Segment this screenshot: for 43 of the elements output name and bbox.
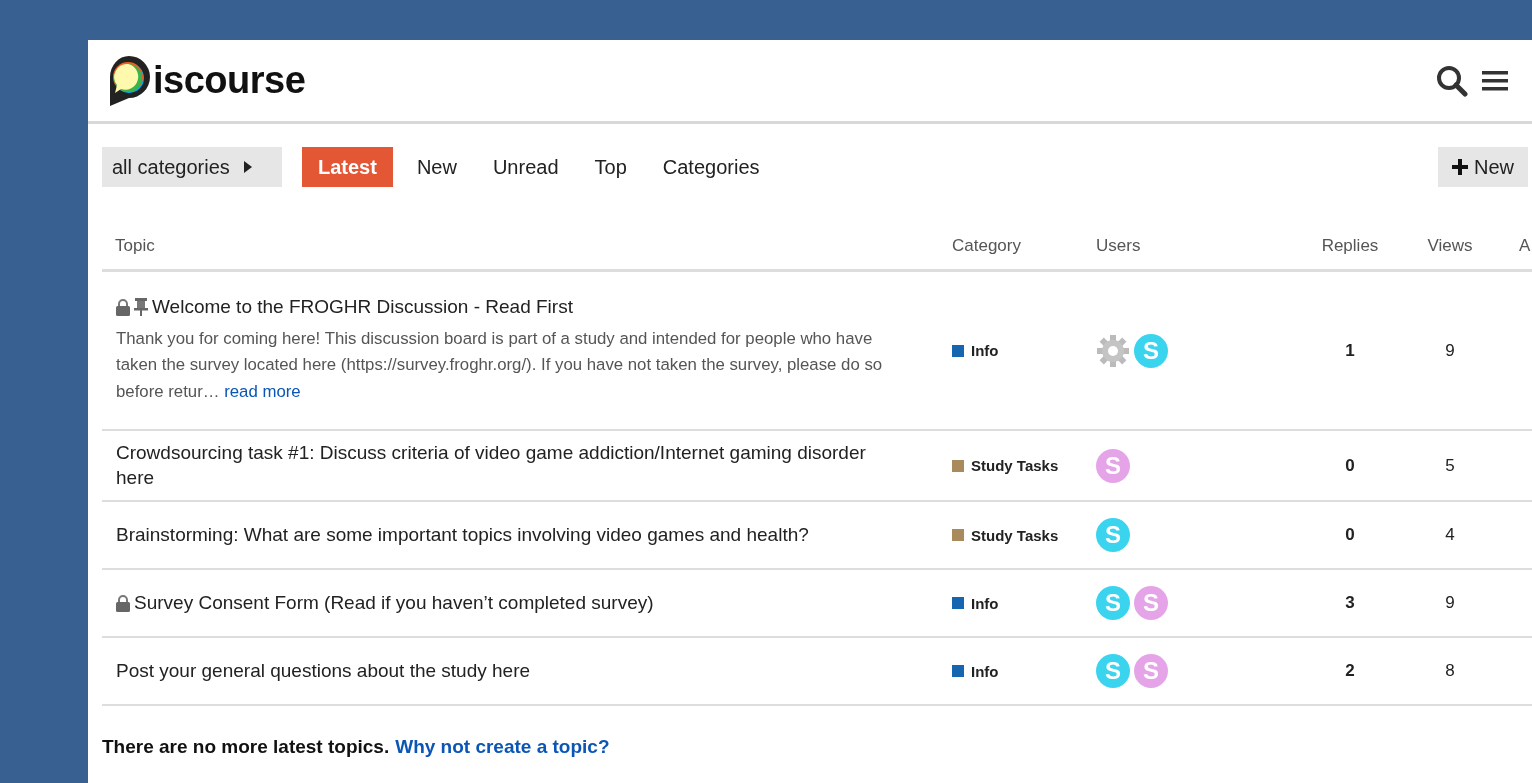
category-name[interactable]: Study Tasks bbox=[971, 526, 1059, 544]
column-header[interactable]: Replies bbox=[1290, 235, 1410, 256]
new-topic-button[interactable]: New bbox=[1438, 147, 1528, 187]
views-count: 8 bbox=[1444, 661, 1456, 682]
topic-title[interactable]: Welcome to the FROGHR Discussion - Read First bbox=[152, 294, 573, 320]
column-header[interactable]: Users bbox=[1085, 235, 1290, 256]
read-more-link[interactable]: read more bbox=[224, 382, 301, 402]
create-topic-link[interactable]: Why not create a topic? bbox=[395, 736, 610, 758]
nav-tab[interactable]: Latest bbox=[302, 147, 393, 187]
gear-icon bbox=[1096, 333, 1130, 368]
column-header[interactable]: Category bbox=[940, 235, 1085, 256]
views-count: 9 bbox=[1444, 593, 1456, 614]
views-count: 9 bbox=[1444, 340, 1456, 361]
caret-icon bbox=[243, 161, 252, 173]
replies-count: 2 bbox=[1344, 661, 1356, 682]
category-dropdown[interactable]: all categories bbox=[102, 147, 282, 187]
nav-tab[interactable]: Unread bbox=[476, 147, 575, 187]
nav-tab[interactable]: Categories bbox=[646, 147, 776, 187]
topic-title[interactable]: Brainstorming: What are some important topics involving video games and health? bbox=[116, 523, 809, 548]
replies-count: 0 bbox=[1344, 455, 1356, 476]
replies-count: 3 bbox=[1344, 593, 1356, 614]
topic-title[interactable]: Post your general questions about the study here bbox=[116, 659, 531, 684]
plus-icon bbox=[1452, 159, 1468, 175]
discourse-logo[interactable]: iscourse bbox=[106, 53, 306, 108]
replies-count: 0 bbox=[1344, 525, 1356, 546]
category-name[interactable]: Info bbox=[971, 594, 999, 612]
category-name[interactable]: Study Tasks bbox=[971, 457, 1059, 475]
no-more-topics-message: There are no more latest topics. Why not create a topic? bbox=[102, 736, 611, 759]
logo-text: iscourse bbox=[153, 59, 306, 102]
category-name[interactable]: Info bbox=[971, 662, 999, 680]
nav-tab[interactable]: Top bbox=[578, 147, 643, 187]
column-header[interactable]: Views bbox=[1410, 235, 1490, 256]
views-count: 4 bbox=[1444, 525, 1456, 546]
column-header[interactable]: A bbox=[1490, 235, 1532, 256]
column-header[interactable]: Topic bbox=[102, 235, 940, 256]
topic-excerpt: Thank you for coming here! This discussion board is part of a study and intended for people who have taken the survey located here (https://survey.froghr.org/). If you have not taken the survey, please do so before retur… read more bbox=[116, 327, 884, 404]
views-count: 5 bbox=[1444, 455, 1456, 476]
category-name[interactable]: Info bbox=[971, 342, 999, 359]
search-icon[interactable] bbox=[1436, 64, 1468, 97]
replies-count: 1 bbox=[1344, 340, 1356, 361]
topic-title[interactable]: Crowdsourcing task #1: Discuss criteria of video game addiction/Internet gaming disorder here bbox=[116, 441, 900, 491]
topic-title[interactable]: Survey Consent Form (Read if you haven’t completed survey) bbox=[134, 591, 654, 616]
nav-tab[interactable]: New bbox=[400, 147, 473, 187]
